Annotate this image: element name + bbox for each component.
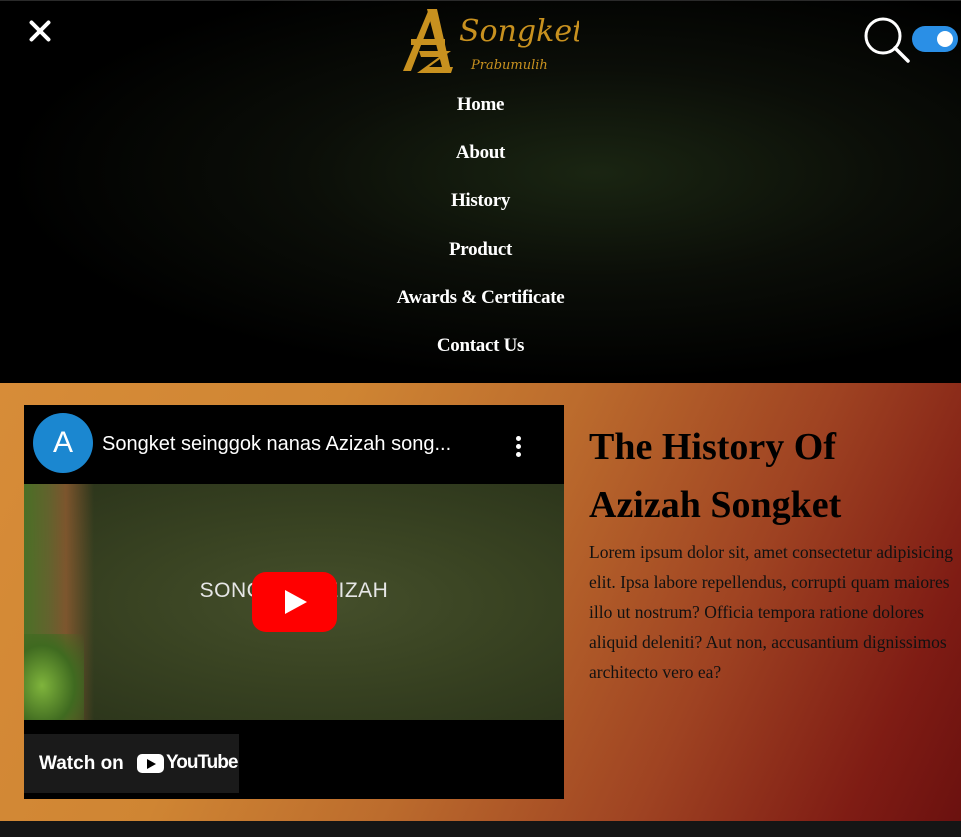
site-logo[interactable]: Songket Prabumulih	[399, 3, 585, 75]
watch-on-label: Watch on	[39, 753, 124, 774]
nav-item-product[interactable]: Product	[0, 230, 961, 278]
watch-on-youtube-button[interactable]: Watch on YouTube	[24, 734, 239, 793]
theme-toggle[interactable]	[912, 26, 958, 52]
logo-graphic: Songket Prabumulih	[403, 9, 585, 73]
main-nav: Home About History Product Awards & Cert…	[0, 85, 961, 374]
play-button[interactable]	[252, 572, 337, 632]
nav-item-history[interactable]: History	[0, 181, 961, 229]
youtube-icon	[137, 754, 164, 773]
nav-item-contact[interactable]: Contact Us	[0, 326, 961, 374]
history-heading: The History Of Azizah Songket	[589, 426, 842, 526]
video-title[interactable]: Songket seinggok nanas Azizah song...	[102, 433, 497, 456]
history-paragraph: Lorem ipsum dolor sit, amet consectetur …	[589, 542, 954, 682]
youtube-embed[interactable]: A Songket seinggok nanas Azizah song... …	[24, 405, 564, 799]
page-bottom-edge	[0, 821, 961, 837]
nav-item-awards[interactable]: Awards & Certificate	[0, 278, 961, 326]
thumbnail-foliage-bottom	[24, 634, 84, 720]
nav-item-about[interactable]: About	[0, 133, 961, 181]
more-options-icon[interactable]	[510, 434, 526, 460]
top-nav-overlay: Songket Prabumulih Home About History Pr…	[0, 0, 961, 383]
svg-text:Songket: Songket	[459, 14, 579, 49]
search-icon[interactable]	[862, 15, 912, 65]
channel-avatar[interactable]: A	[33, 413, 93, 473]
svg-text:Prabumulih: Prabumulih	[470, 58, 548, 73]
close-icon[interactable]	[26, 17, 54, 45]
nav-item-home[interactable]: Home	[0, 85, 961, 133]
youtube-wordmark: YouTube	[166, 752, 238, 773]
toggle-knob	[937, 31, 953, 47]
